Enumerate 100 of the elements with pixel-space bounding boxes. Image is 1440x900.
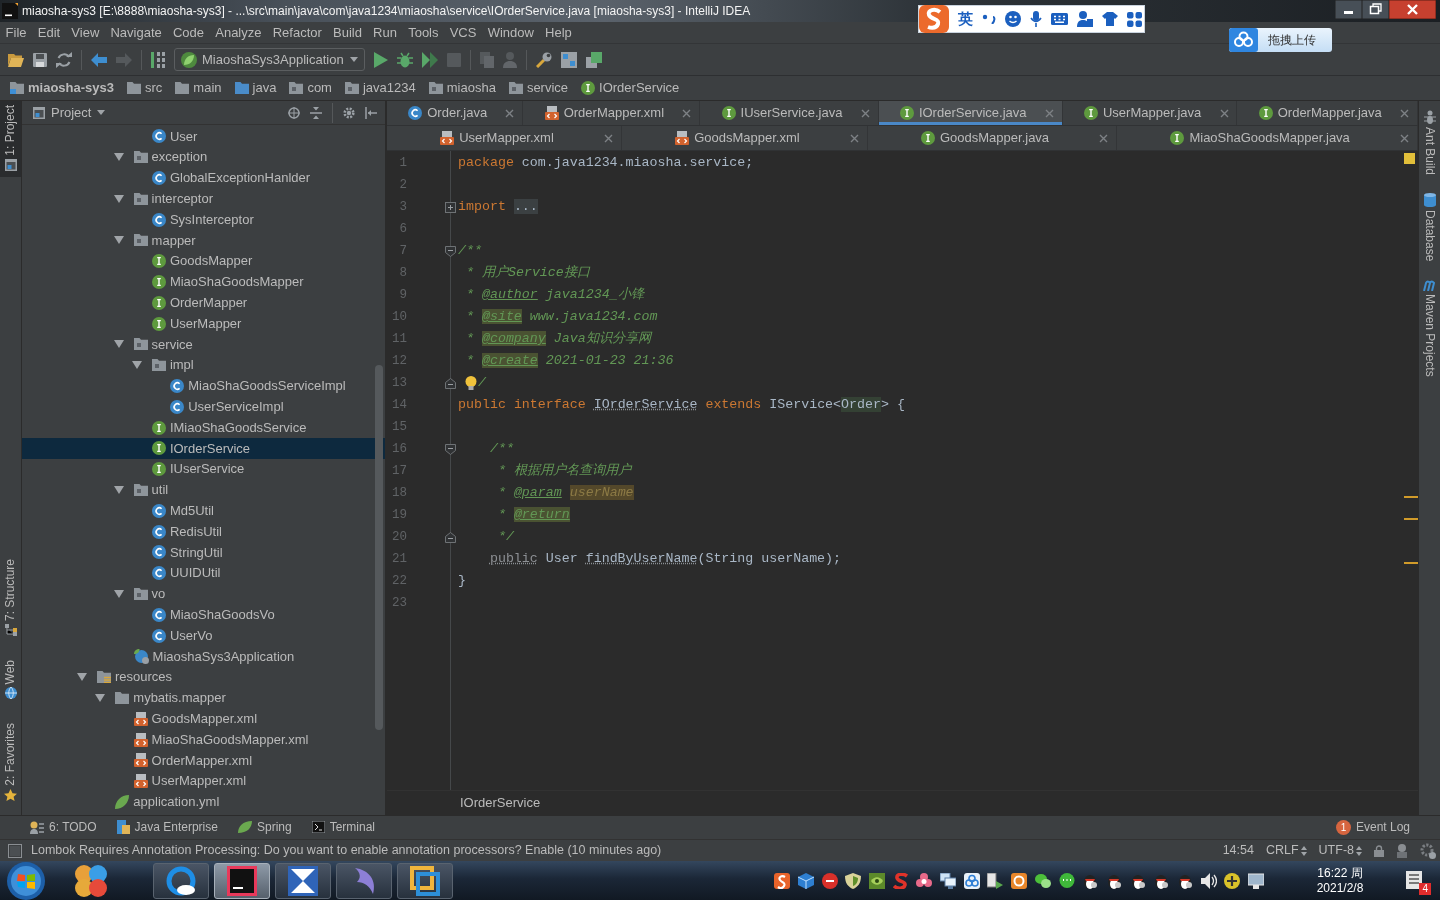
tool-window-button[interactable]: Ant Build xyxy=(1419,108,1440,178)
gear-question-icon[interactable] xyxy=(1420,842,1436,859)
tree-item[interactable]: exception xyxy=(22,146,385,168)
menu-item[interactable]: Edit xyxy=(32,22,66,43)
breadcrumb-item[interactable]: miaosha xyxy=(428,80,496,96)
expanded-arrow-icon[interactable] xyxy=(113,193,124,204)
expanded-arrow-icon[interactable] xyxy=(113,588,124,599)
sync-icon[interactable] xyxy=(56,51,72,68)
menu-item[interactable]: Navigate xyxy=(104,22,168,43)
tree-item[interactable]: MiaoShaGoodsVo xyxy=(22,604,385,626)
coverage-icon[interactable] xyxy=(422,51,438,68)
start-button[interactable] xyxy=(7,861,45,900)
run-icon[interactable] xyxy=(374,51,388,68)
tree-item[interactable]: UserVo xyxy=(22,625,385,646)
tree-item[interactable]: IUserService xyxy=(22,458,385,480)
collapse-all-icon[interactable] xyxy=(310,106,322,119)
expanded-arrow-icon[interactable] xyxy=(131,360,142,371)
caret-icon[interactable] xyxy=(97,110,106,115)
editor-tab[interactable]: UserMapper.java xyxy=(1062,101,1238,125)
boxes-icon[interactable] xyxy=(586,51,602,68)
taskbar-app-button[interactable] xyxy=(397,862,453,899)
plus-icon[interactable] xyxy=(1224,872,1241,889)
tree-item[interactable]: GoodsMapper xyxy=(22,250,385,272)
breadcrumb-item[interactable]: main xyxy=(175,80,222,96)
lock-icon[interactable] xyxy=(1374,844,1384,857)
fold-end-icon[interactable] xyxy=(445,531,456,543)
save-icon[interactable] xyxy=(33,52,47,67)
tree-item[interactable]: UserMapper.xml xyxy=(22,770,385,792)
tree-item[interactable]: interceptor xyxy=(22,188,385,210)
run-configuration-dropdown[interactable]: MiaoshaSys3Application xyxy=(174,48,365,71)
breadcrumb-item[interactable]: com xyxy=(289,80,332,96)
penguin-icon[interactable] xyxy=(1176,872,1193,889)
penguin-icon[interactable] xyxy=(1153,872,1170,889)
tool-window-button[interactable]: Java Enterprise xyxy=(116,820,218,835)
cloud-icon[interactable] xyxy=(963,872,980,889)
tree-item[interactable]: vo xyxy=(22,583,385,605)
tool-window-button[interactable]: Terminal xyxy=(311,820,375,835)
expanded-arrow-icon[interactable] xyxy=(113,235,124,246)
close-button[interactable] xyxy=(1389,0,1436,19)
tree-item[interactable]: MiaoShaGoodsMapper xyxy=(22,271,385,293)
tree-item[interactable]: OrderMapper xyxy=(22,292,385,314)
binary-icon[interactable] xyxy=(151,51,165,68)
tree-item[interactable]: mapper xyxy=(22,230,385,251)
tree-item[interactable]: MiaoShaGoodsMapper.xml xyxy=(22,729,385,750)
line-separator-button[interactable]: CRLF xyxy=(1265,843,1307,858)
close-icon[interactable] xyxy=(1099,133,1109,143)
input-mode-toggle[interactable]: 英 xyxy=(958,10,973,28)
penguin-icon[interactable] xyxy=(1129,872,1146,889)
menu-item[interactable]: Help xyxy=(539,22,578,43)
wrench-icon[interactable] xyxy=(536,51,552,68)
fold-start-icon[interactable] xyxy=(445,245,456,257)
tool-window-button[interactable]: Database xyxy=(1419,191,1440,264)
expanded-arrow-icon[interactable] xyxy=(113,484,124,495)
close-icon[interactable] xyxy=(604,133,613,143)
cube-icon[interactable] xyxy=(797,872,814,889)
shirt-icon[interactable] xyxy=(1102,12,1118,26)
breadcrumb-item[interactable]: service xyxy=(508,80,569,96)
editor-tab[interactable]: IUserService.java xyxy=(700,101,879,125)
tool-window-button[interactable]: 7: Structure xyxy=(0,554,21,642)
tree-item[interactable]: IMiaoShaGoodsService xyxy=(22,417,385,438)
tool-window-button[interactable]: 6: TODO xyxy=(30,820,97,835)
taskbar-clock[interactable]: 16:22 周 2021/2/8 xyxy=(1300,865,1380,896)
tree-item[interactable]: SysInterceptor xyxy=(22,209,385,230)
caret-position[interactable]: 14:54 xyxy=(1222,843,1254,858)
editor-tab[interactable]: GoodsMapper.java xyxy=(867,126,1118,150)
editor-tab[interactable]: MiaoShaGoodsMapper.java xyxy=(1117,126,1418,150)
expanded-arrow-icon[interactable] xyxy=(113,339,124,350)
fold-start-icon[interactable] xyxy=(445,443,456,455)
s-logo-icon[interactable] xyxy=(774,872,791,889)
expanded-arrow-icon[interactable] xyxy=(95,692,106,703)
tree-item[interactable]: StringUtil xyxy=(22,541,385,563)
monitor-icon[interactable] xyxy=(1248,872,1264,889)
taskbar-app-button[interactable] xyxy=(275,862,331,899)
menu-item[interactable]: Window xyxy=(482,22,540,43)
close-icon[interactable] xyxy=(849,133,859,143)
tree-item[interactable]: UserServiceImpl xyxy=(22,396,385,418)
close-icon[interactable] xyxy=(1400,108,1409,118)
chat-bubble-icon[interactable] xyxy=(1058,872,1075,889)
breadcrumb-item[interactable]: java1234 xyxy=(344,80,416,96)
light-bulb-icon[interactable] xyxy=(465,376,477,390)
close-icon[interactable] xyxy=(1219,108,1229,118)
penguin-icon[interactable] xyxy=(1105,872,1122,889)
tree-item[interactable]: resources xyxy=(22,666,385,688)
tool-window-button[interactable]: 1: Project xyxy=(0,101,21,177)
tree-item[interactable]: IOrderService xyxy=(22,437,385,459)
tool-window-button[interactable]: Maven Projects xyxy=(1419,277,1440,380)
shield-icon[interactable] xyxy=(845,872,862,889)
taskbar-app-button[interactable] xyxy=(153,862,209,899)
tree-item[interactable]: UserMapper xyxy=(22,313,385,334)
editor-tab[interactable]: OrderMapper.xml xyxy=(523,101,701,125)
menu-item[interactable]: Analyze xyxy=(209,22,268,43)
breadcrumb-item[interactable]: IOrderService xyxy=(460,795,541,811)
expanded-arrow-icon[interactable] xyxy=(113,152,124,163)
tree-item[interactable]: impl xyxy=(22,354,385,376)
penguin-icon[interactable] xyxy=(1082,872,1099,889)
fold-end-icon[interactable] xyxy=(445,377,456,389)
tree-item[interactable]: RedisUtil xyxy=(22,521,385,542)
editor-tab[interactable]: Order.java xyxy=(387,101,524,125)
microphone-icon[interactable] xyxy=(1030,11,1042,27)
tree-item[interactable]: OrderMapper.xml xyxy=(22,749,385,771)
